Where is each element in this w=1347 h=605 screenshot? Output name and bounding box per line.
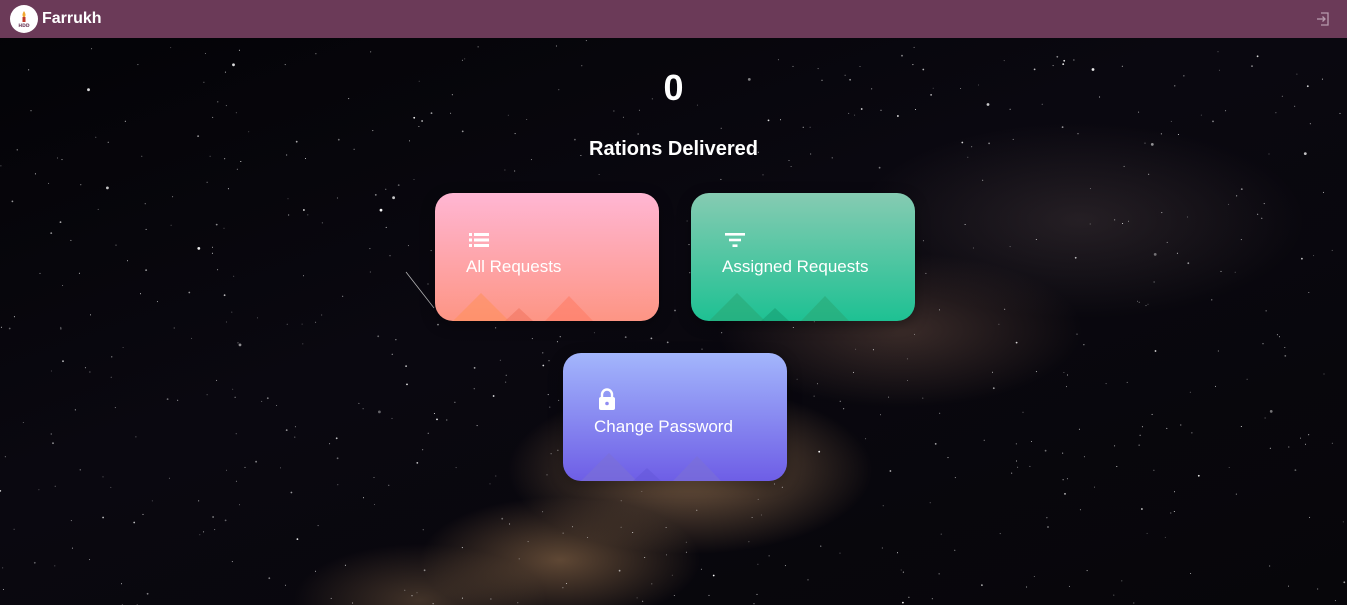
filter-icon xyxy=(723,228,747,252)
card-mountains-decoration xyxy=(581,453,721,481)
lock-icon xyxy=(595,387,619,411)
card-mountains-decoration xyxy=(453,293,593,321)
list-icon xyxy=(467,228,491,252)
assigned-requests-label: Assigned Requests xyxy=(722,257,869,276)
svg-text:HDD: HDD xyxy=(18,23,30,29)
assigned-requests-card[interactable]: Assigned Requests xyxy=(691,193,915,321)
hunger-logo-icon[interactable]: HDD xyxy=(10,5,38,33)
all-requests-label: All Requests xyxy=(466,257,562,276)
all-requests-card[interactable]: All Requests xyxy=(435,193,659,321)
card-mountains-decoration xyxy=(709,293,849,321)
logout-icon[interactable] xyxy=(1315,11,1331,27)
top-navbar: HDD Farrukh xyxy=(0,0,1347,38)
rations-delivered-label: Rations Delivered xyxy=(589,138,758,160)
change-password-label: Change Password xyxy=(594,417,733,436)
rations-delivered-count: 0 xyxy=(663,67,684,108)
change-password-card[interactable]: Change Password xyxy=(563,353,787,481)
user-name: Farrukh xyxy=(42,10,102,27)
